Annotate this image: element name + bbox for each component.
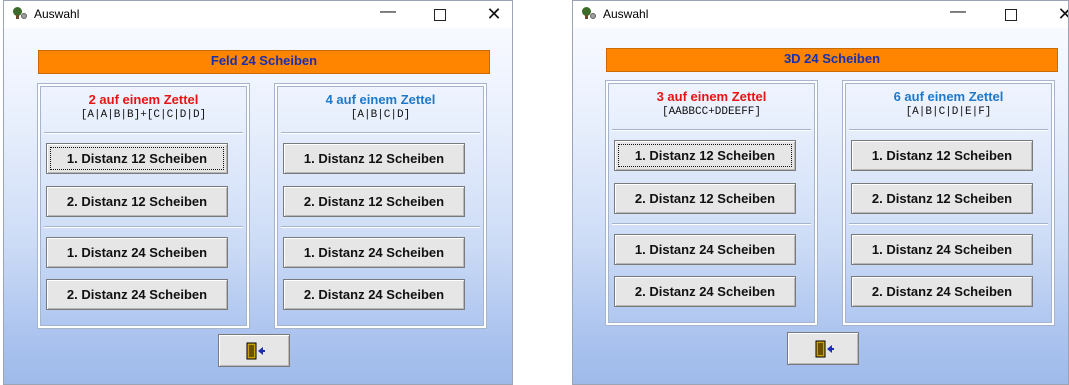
distanz-2-24-button[interactable]: 2. Distanz 24 Scheiben <box>851 276 1033 307</box>
group-left: 2 auf einem Zettel [A|A|B|B]+[C|C|D|D] 1… <box>38 84 249 328</box>
distanz-2-12-button[interactable]: 2. Distanz 12 Scheiben <box>851 183 1033 214</box>
group-right: 6 auf einem Zettel [A|B|C|D|E|F] 1. Dist… <box>843 81 1054 325</box>
minimize-button[interactable]: — <box>948 4 968 23</box>
divider <box>281 132 480 134</box>
group-pattern: [A|B|C|D] <box>350 109 411 121</box>
window-3d: Auswahl — ✕ 3D 24 Scheiben 3 auf einem Z… <box>572 0 1069 385</box>
divider <box>612 223 811 225</box>
divider <box>44 132 243 134</box>
tree-target-icon <box>581 7 597 21</box>
distanz-2-24-button[interactable]: 2. Distanz 24 Scheiben <box>614 276 796 307</box>
minimize-button[interactable]: — <box>378 4 398 23</box>
window-title: Auswahl <box>603 7 649 21</box>
close-button[interactable]: ✕ <box>1055 5 1068 23</box>
divider <box>281 226 480 228</box>
group-title: 4 auf einem Zettel <box>325 92 436 107</box>
banner: Feld 24 Scheiben <box>38 50 490 74</box>
distanz-1-24-button[interactable]: 1. Distanz 24 Scheiben <box>46 237 228 268</box>
distanz-1-24-button[interactable]: 1. Distanz 24 Scheiben <box>614 234 796 265</box>
client-area: Feld 24 Scheiben 2 auf einem Zettel [A|A… <box>4 28 512 384</box>
distanz-1-12-button[interactable]: 1. Distanz 12 Scheiben <box>283 143 465 174</box>
distanz-2-12-button[interactable]: 2. Distanz 12 Scheiben <box>46 186 228 217</box>
distanz-1-12-button[interactable]: 1. Distanz 12 Scheiben <box>851 140 1033 171</box>
maximize-button[interactable] <box>1001 5 1021 23</box>
window-title: Auswahl <box>34 7 80 21</box>
distanz-1-24-button[interactable]: 1. Distanz 24 Scheiben <box>851 234 1033 265</box>
maximize-button[interactable] <box>430 5 450 23</box>
divider <box>849 129 1048 131</box>
group-title: 3 auf einem Zettel <box>656 89 767 104</box>
window-feld: Auswahl — ✕ Feld 24 Scheiben 2 auf einem… <box>3 0 513 385</box>
distanz-2-24-button[interactable]: 2. Distanz 24 Scheiben <box>283 279 465 310</box>
distanz-2-12-button[interactable]: 2. Distanz 12 Scheiben <box>614 183 796 214</box>
exit-door-icon <box>815 340 834 358</box>
group-pattern: [A|A|B|B]+[C|C|D|D] <box>80 109 207 121</box>
maximize-icon <box>434 9 446 21</box>
exit-door-icon <box>246 342 265 360</box>
group-pattern: [AABBCC+DDEEFF] <box>661 106 762 118</box>
distanz-1-24-button[interactable]: 1. Distanz 24 Scheiben <box>283 237 465 268</box>
distanz-1-12-button[interactable]: 1. Distanz 12 Scheiben <box>46 143 228 174</box>
exit-button[interactable] <box>218 334 290 367</box>
client-area: 3D 24 Scheiben 3 auf einem Zettel [AABBC… <box>573 28 1068 384</box>
distanz-2-24-button[interactable]: 2. Distanz 24 Scheiben <box>46 279 228 310</box>
banner: 3D 24 Scheiben <box>606 48 1058 72</box>
tree-target-icon <box>12 7 28 21</box>
title-bar[interactable]: Auswahl — ✕ <box>4 1 512 28</box>
distanz-2-12-button[interactable]: 2. Distanz 12 Scheiben <box>283 186 465 217</box>
divider <box>44 226 243 228</box>
group-right: 4 auf einem Zettel [A|B|C|D] 1. Distanz … <box>275 84 486 328</box>
close-button[interactable]: ✕ <box>484 5 504 23</box>
divider <box>612 129 811 131</box>
group-left: 3 auf einem Zettel [AABBCC+DDEEFF] 1. Di… <box>606 81 817 325</box>
distanz-1-12-button[interactable]: 1. Distanz 12 Scheiben <box>614 140 796 171</box>
title-bar[interactable]: Auswahl — ✕ <box>573 1 1068 28</box>
group-title: 2 auf einem Zettel <box>88 92 199 107</box>
exit-button[interactable] <box>787 332 859 365</box>
group-pattern: [A|B|C|D|E|F] <box>905 106 992 118</box>
maximize-icon <box>1005 9 1017 21</box>
divider <box>849 223 1048 225</box>
group-title: 6 auf einem Zettel <box>893 89 1004 104</box>
